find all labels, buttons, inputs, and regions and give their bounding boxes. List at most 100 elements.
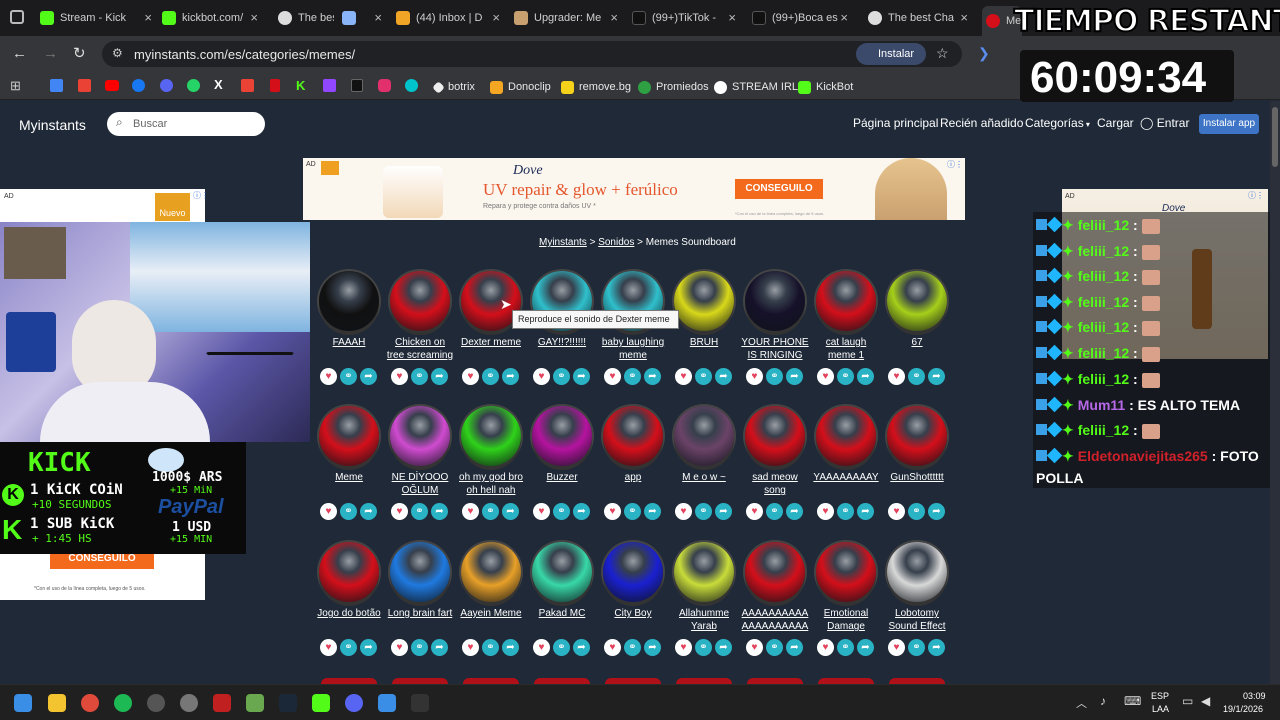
favorite-icon[interactable]: ♥ [391, 503, 408, 520]
kick-icon[interactable]: K [296, 78, 305, 93]
clock-date[interactable]: 19/1/2026 [1223, 704, 1263, 714]
favorite-icon[interactable]: ♥ [533, 639, 550, 656]
volume-icon[interactable]: ◀ [1201, 694, 1210, 708]
ad-cta-button[interactable]: CONSEGUILO [735, 179, 823, 199]
share-icon[interactable]: ➦ [360, 639, 377, 656]
sound-button[interactable] [532, 406, 592, 466]
tab-the-best[interactable]: The best [278, 6, 334, 30]
whatsapp-icon[interactable] [187, 79, 200, 92]
back-icon[interactable]: ← [12, 45, 27, 62]
copy-link-icon[interactable]: ⚭ [482, 639, 499, 656]
ad-info-icon[interactable]: ⓘ⋮ [1248, 190, 1264, 201]
tab-inbox[interactable]: (44) Inbox | D × [396, 6, 500, 30]
top-ad-banner[interactable]: AD Dove UV repair & glow + ferúlico Repa… [303, 158, 965, 220]
copy-link-icon[interactable]: ⚭ [766, 639, 783, 656]
gmail-icon[interactable] [78, 79, 91, 92]
close-icon[interactable]: × [144, 10, 152, 25]
copy-link-icon[interactable]: ⚭ [340, 503, 357, 520]
sound-label[interactable]: baby laughing meme [587, 336, 679, 362]
copy-link-icon[interactable]: ⚭ [908, 368, 925, 385]
copy-link-icon[interactable]: ⚭ [411, 503, 428, 520]
sound-button[interactable] [816, 271, 876, 331]
url-text[interactable]: myinstants.com/es/categories/memes/ [134, 47, 355, 62]
favorite-icon[interactable]: ♥ [533, 368, 550, 385]
share-icon[interactable]: ➦ [857, 503, 874, 520]
share-icon[interactable]: ➦ [502, 503, 519, 520]
bookmark-stream-irl[interactable]: STREAM IRL [714, 79, 798, 95]
language-layout[interactable]: LAA [1152, 704, 1169, 714]
close-icon[interactable]: × [960, 10, 968, 25]
favorite-icon[interactable]: ♥ [391, 639, 408, 656]
nav-upload[interactable]: Cargar [1097, 116, 1134, 130]
sound-button[interactable] [887, 542, 947, 602]
share-icon[interactable]: ➦ [573, 503, 590, 520]
search-input[interactable]: ⌕ Buscar [107, 112, 265, 136]
bookmark-promiedos[interactable]: Promiedos [638, 79, 709, 95]
sound-button[interactable] [887, 406, 947, 466]
favorite-icon[interactable]: ♥ [391, 368, 408, 385]
favorite-icon[interactable]: ♥ [675, 639, 692, 656]
share-icon[interactable]: ➦ [857, 639, 874, 656]
favorite-icon[interactable]: ♥ [817, 503, 834, 520]
copy-link-icon[interactable]: ⚭ [624, 368, 641, 385]
windows-start-icon[interactable] [14, 694, 32, 712]
copy-link-icon[interactable]: ⚭ [624, 503, 641, 520]
sound-label[interactable]: Aayein Meme [445, 607, 537, 620]
favorite-icon[interactable]: ♥ [746, 503, 763, 520]
photos-icon[interactable] [378, 694, 396, 712]
sound-label[interactable]: app [587, 471, 679, 484]
sound-button[interactable] [390, 542, 450, 602]
tab-stream-kick[interactable]: Stream - Kick × [40, 6, 152, 30]
tf-icon[interactable] [213, 694, 231, 712]
chrome-icon[interactable] [81, 694, 99, 712]
favorite-icon[interactable]: ♥ [675, 368, 692, 385]
favorite-icon[interactable]: ♥ [604, 503, 621, 520]
share-icon[interactable]: ➦ [431, 368, 448, 385]
share-icon[interactable]: ➦ [360, 368, 377, 385]
sound-label[interactable]: sad meow song [729, 471, 821, 497]
instagram-icon[interactable] [378, 79, 391, 92]
app-icon[interactable] [180, 694, 198, 712]
forward-icon[interactable]: → [43, 45, 58, 62]
twitch-icon[interactable] [323, 79, 336, 92]
network-icon[interactable]: ▭ [1182, 694, 1193, 708]
favorite-icon[interactable]: ♥ [675, 503, 692, 520]
sound-label[interactable]: cat laugh meme 1 [800, 336, 892, 362]
share-icon[interactable]: ➦ [857, 368, 874, 385]
close-icon[interactable]: × [728, 10, 736, 25]
share-icon[interactable]: ➦ [360, 503, 377, 520]
copy-link-icon[interactable]: ⚭ [695, 639, 712, 656]
extension-icon[interactable]: ❯ [978, 45, 990, 62]
share-icon[interactable]: ➦ [573, 639, 590, 656]
share-icon[interactable]: ➦ [715, 503, 732, 520]
copy-link-icon[interactable]: ⚭ [553, 368, 570, 385]
tab-tiktok[interactable]: (99+)TikTok - × [632, 6, 736, 30]
tiktok-icon[interactable] [351, 79, 363, 92]
sound-button[interactable] [745, 271, 805, 331]
tab-best-cha[interactable]: The best Cha × [868, 6, 968, 30]
share-icon[interactable]: ➦ [644, 639, 661, 656]
gmail-icon-2[interactable] [241, 79, 254, 92]
tab-search-icon[interactable] [10, 10, 24, 24]
sound-button[interactable] [816, 406, 876, 466]
share-icon[interactable]: ➦ [715, 639, 732, 656]
close-icon[interactable]: × [610, 10, 618, 25]
favorite-icon[interactable]: ♥ [462, 503, 479, 520]
copy-link-icon[interactable]: ⚭ [553, 503, 570, 520]
copy-link-icon[interactable]: ⚭ [695, 368, 712, 385]
copy-link-icon[interactable]: ⚭ [482, 503, 499, 520]
nav-login[interactable]: ◯ Entrar [1140, 116, 1189, 130]
sound-label[interactable]: Emotional Damage [800, 607, 892, 633]
sound-button[interactable] [319, 542, 379, 602]
share-icon[interactable]: ➦ [786, 368, 803, 385]
file-explorer-icon[interactable] [48, 694, 66, 712]
sound-button[interactable] [745, 406, 805, 466]
install-app-button[interactable]: Instalar app [1199, 114, 1259, 134]
favorite-icon[interactable]: ♥ [320, 503, 337, 520]
sound-button[interactable] [319, 271, 379, 331]
bookmark-botrix[interactable]: botrix [432, 79, 475, 95]
favorite-icon[interactable]: ♥ [320, 368, 337, 385]
app-icon-2[interactable] [411, 694, 429, 712]
sound-button[interactable] [674, 406, 734, 466]
copy-link-icon[interactable]: ⚭ [837, 503, 854, 520]
